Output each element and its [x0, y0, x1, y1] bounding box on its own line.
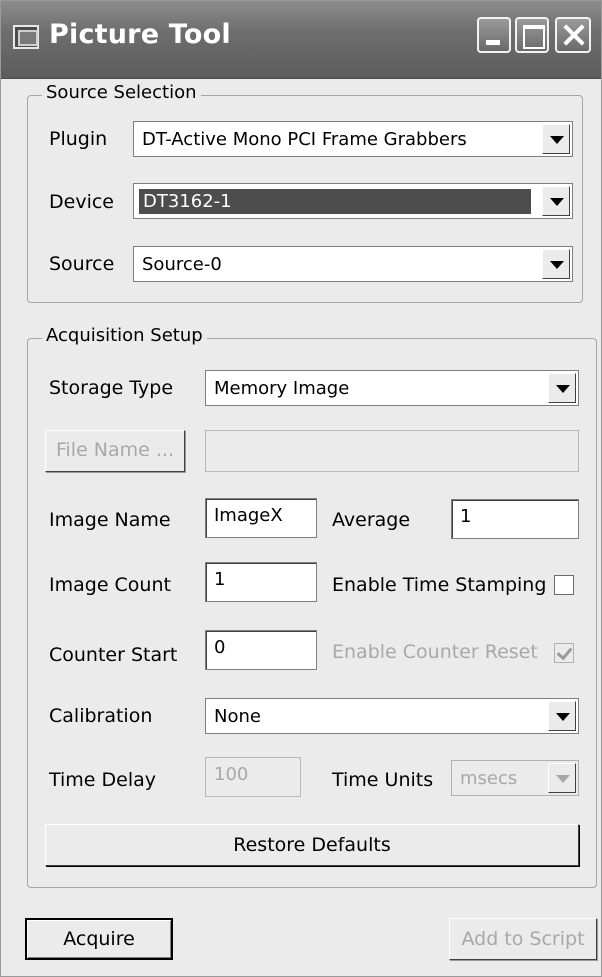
- acquire-button[interactable]: Acquire: [25, 918, 173, 960]
- minimize-button[interactable]: [477, 17, 511, 53]
- acquisition-setup-group: Acquisition Setup: [27, 325, 597, 888]
- image-name-field[interactable]: ImageX: [205, 498, 317, 538]
- storage-type-select-value: Memory Image: [214, 378, 350, 399]
- app-icon: [13, 25, 39, 49]
- counter-start-label: Counter Start: [49, 644, 178, 666]
- device-select-value: DT3162-1: [139, 189, 531, 214]
- plugin-select-value: DT-Active Mono PCI Frame Grabbers: [142, 129, 467, 150]
- time-units-label: Time Units: [332, 769, 434, 791]
- window-title: Picture Tool: [49, 19, 231, 50]
- file-name-button[interactable]: File Name ...: [45, 430, 185, 472]
- average-label: Average: [332, 509, 411, 531]
- close-button[interactable]: [555, 17, 591, 53]
- enable-time-stamping-checkbox[interactable]: [554, 575, 574, 595]
- time-units-select-value: msecs: [460, 768, 518, 789]
- source-select[interactable]: Source-0: [133, 246, 573, 282]
- file-name-field[interactable]: [205, 430, 579, 472]
- plugin-label: Plugin: [49, 128, 108, 150]
- image-name-label: Image Name: [49, 509, 171, 531]
- title-bar[interactable]: Picture Tool: [1, 1, 601, 79]
- enable-counter-reset-checkbox[interactable]: [554, 643, 574, 663]
- counter-start-field[interactable]: 0: [205, 630, 317, 670]
- storage-type-select[interactable]: Memory Image: [205, 370, 579, 406]
- image-count-label: Image Count: [49, 574, 171, 596]
- time-delay-field[interactable]: 100: [205, 757, 301, 797]
- enable-counter-reset-label: Enable Counter Reset: [332, 641, 538, 663]
- source-selection-legend: Source Selection: [42, 82, 201, 103]
- add-to-script-button[interactable]: Add to Script: [449, 918, 597, 960]
- restore-defaults-button[interactable]: Restore Defaults: [45, 824, 579, 866]
- time-units-dropdown-arrow-icon[interactable]: [548, 763, 576, 793]
- calibration-select[interactable]: None: [205, 698, 579, 734]
- plugin-select[interactable]: DT-Active Mono PCI Frame Grabbers: [133, 121, 573, 157]
- time-delay-label: Time Delay: [49, 769, 157, 791]
- storage-type-dropdown-arrow-icon[interactable]: [548, 373, 576, 403]
- source-select-value: Source-0: [142, 254, 222, 275]
- calibration-dropdown-arrow-icon[interactable]: [548, 701, 576, 731]
- source-dropdown-arrow-icon[interactable]: [542, 249, 570, 279]
- acquisition-setup-legend: Acquisition Setup: [42, 325, 207, 346]
- time-units-select[interactable]: msecs: [451, 760, 579, 796]
- image-count-field[interactable]: 1: [205, 562, 317, 602]
- storage-type-label: Storage Type: [49, 377, 174, 399]
- calibration-select-value: None: [214, 706, 261, 727]
- device-dropdown-arrow-icon[interactable]: [542, 186, 570, 216]
- maximize-button[interactable]: [515, 17, 549, 53]
- picture-tool-window: Picture Tool Source Selection Plugin DT-…: [0, 0, 602, 977]
- plugin-dropdown-arrow-icon[interactable]: [542, 124, 570, 154]
- device-select[interactable]: DT3162-1: [133, 183, 573, 219]
- source-label: Source: [49, 253, 115, 275]
- average-field[interactable]: 1: [451, 499, 579, 539]
- calibration-label: Calibration: [49, 705, 153, 727]
- enable-time-stamping-label: Enable Time Stamping: [332, 574, 547, 596]
- device-label: Device: [49, 191, 114, 213]
